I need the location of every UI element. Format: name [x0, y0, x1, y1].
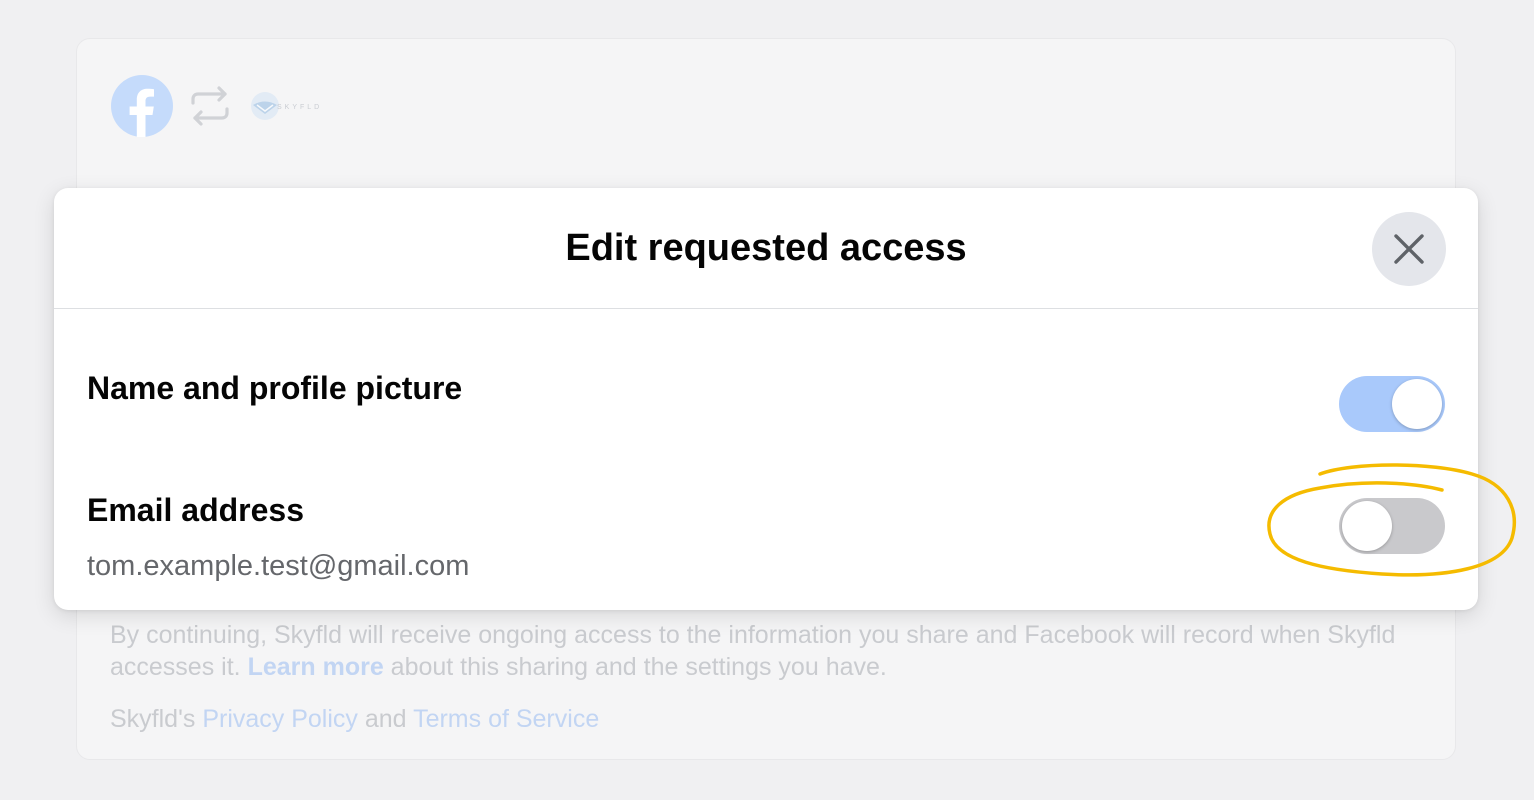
- toggle-knob: [1342, 501, 1392, 551]
- permission-row-name-profile: Name and profile picture: [87, 368, 1445, 438]
- skyfld-wordmark: SKYFLD: [277, 104, 323, 111]
- close-icon: [1394, 234, 1424, 264]
- legal-and: and: [357, 705, 414, 733]
- facebook-logo-icon: [111, 75, 173, 137]
- email-toggle[interactable]: [1339, 498, 1445, 554]
- privacy-policy-link[interactable]: Privacy Policy: [202, 705, 358, 733]
- edit-access-dialog: Edit requested access Name and profile p…: [54, 188, 1478, 610]
- learn-more-link[interactable]: Learn more: [248, 653, 384, 681]
- swap-arrows-icon: [191, 86, 229, 126]
- permission-label: Email address: [87, 492, 304, 528]
- dialog-header: Edit requested access: [54, 188, 1478, 309]
- permission-label: Name and profile picture: [87, 370, 463, 406]
- terms-of-service-link[interactable]: Terms of Service: [413, 705, 599, 733]
- permission-row-email: Email address tom.example.test@gmail.com: [87, 490, 1445, 590]
- toggle-knob: [1392, 379, 1442, 429]
- disclosure-text: By continuing, Skyfld will receive ongoi…: [110, 619, 1410, 683]
- disclosure-text-part2: about this sharing and the settings you …: [383, 653, 887, 681]
- close-button[interactable]: [1372, 212, 1446, 286]
- legal-links: Skyfld's Privacy Policy and Terms of Ser…: [110, 703, 599, 735]
- dialog-title: Edit requested access: [565, 227, 967, 269]
- name-profile-toggle[interactable]: [1339, 376, 1445, 432]
- email-value: tom.example.test@gmail.com: [87, 550, 470, 582]
- logo-row: SKYFLD: [111, 75, 322, 137]
- legal-prefix: Skyfld's: [110, 705, 203, 733]
- skyfld-logo: SKYFLD: [249, 90, 322, 122]
